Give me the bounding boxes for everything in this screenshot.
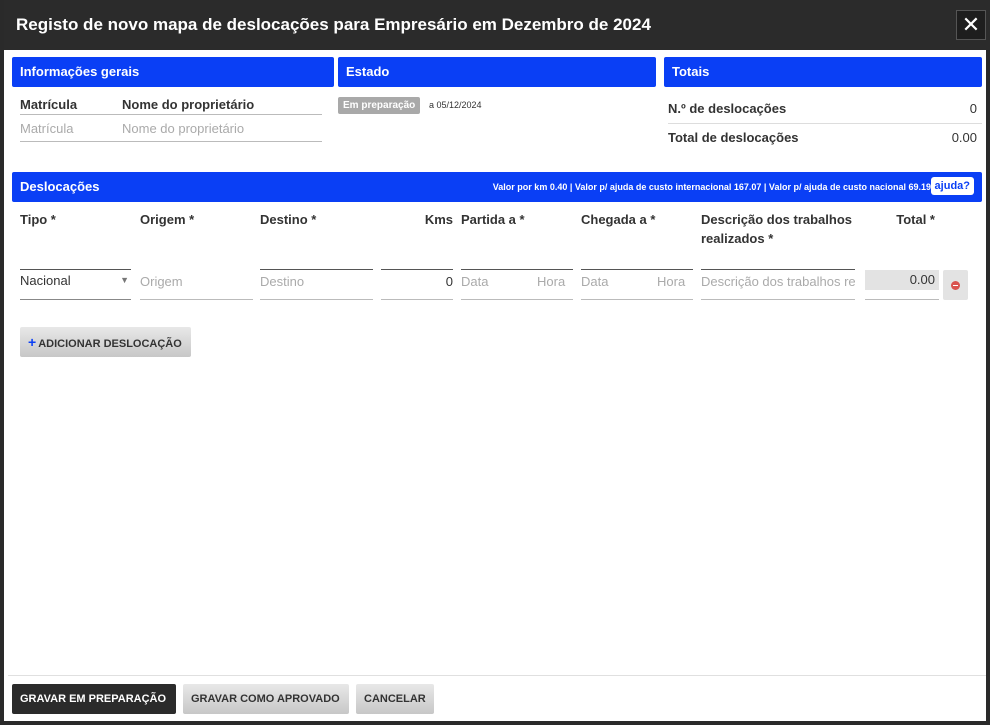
matricula-input[interactable] [20, 116, 122, 142]
kms-input[interactable]: 0 [381, 274, 453, 289]
destino-underline [260, 299, 373, 300]
trip-count-label: N.º de deslocações [668, 101, 787, 116]
col-descricao: Descrição dos trabalhos realizados * [701, 212, 852, 246]
add-trip-label: ADICIONAR DESLOCAÇÃO [38, 338, 182, 350]
totals-divider [668, 123, 982, 124]
descricao-underline [701, 299, 855, 300]
descricao-topline [701, 269, 855, 270]
tipo-select[interactable]: Nacional ▼ [20, 270, 131, 300]
matricula-label-underline [20, 114, 122, 115]
trip-count-value: 0 [969, 101, 977, 116]
partida-time-input[interactable]: Hora [537, 274, 565, 289]
owner-input[interactable] [122, 116, 322, 142]
trips-heading-label: Deslocações [20, 179, 100, 194]
save-approved-button[interactable]: GRAVAR COMO APROVADO [183, 684, 349, 714]
chevron-down-icon: ▼ [120, 275, 129, 285]
kms-underline [381, 299, 453, 300]
descricao-input[interactable]: Descrição dos trabalhos re [701, 274, 855, 289]
save-draft-button[interactable]: GRAVAR EM PREPARAÇÃO [12, 684, 176, 714]
rates-info: Valor por km 0.40 | Valor p/ ajuda de cu… [492, 182, 931, 192]
chegada-underline [581, 299, 693, 300]
remove-row-button[interactable] [943, 270, 968, 300]
col-destino: Destino * [260, 212, 317, 227]
minus-circle-icon [951, 281, 960, 290]
total-underline [865, 299, 939, 300]
plus-icon: + [28, 334, 37, 350]
close-icon[interactable]: ✕ [956, 10, 986, 40]
help-button[interactable]: ajuda? [930, 177, 974, 195]
status-heading: Estado [338, 57, 656, 87]
footer-divider [8, 675, 986, 676]
origem-input[interactable]: Origem [140, 274, 183, 289]
col-tipo: Tipo * [20, 212, 56, 227]
kms-topline [381, 269, 453, 270]
col-chegada: Chegada a * [581, 212, 656, 227]
partida-date-input[interactable]: Data [461, 274, 488, 289]
dialog-title: Registo de novo mapa de deslocações para… [16, 15, 651, 34]
col-partida: Partida a * [461, 212, 525, 227]
destino-input[interactable]: Destino [260, 274, 304, 289]
chegada-topline [581, 269, 693, 270]
status-badge: Em preparação [338, 97, 421, 114]
dialog-titlebar: Registo de novo mapa de deslocações para… [4, 0, 990, 50]
partida-topline [461, 269, 573, 270]
trip-total-label: Total de deslocações [668, 130, 799, 145]
matricula-label: Matrícula [20, 97, 78, 112]
trip-total-value: 0.00 [951, 130, 977, 145]
col-origem: Origem * [140, 212, 195, 227]
owner-label-underline [122, 114, 322, 115]
trip-map-dialog: Registo de novo mapa de deslocações para… [0, 0, 990, 725]
totals-heading: Totais [664, 57, 982, 87]
chegada-time-input[interactable]: Hora [657, 274, 685, 289]
row-total: 0.00 [865, 270, 939, 290]
cancel-button[interactable]: CANCELAR [356, 684, 434, 714]
status-date: a 05/12/2024 [429, 100, 482, 110]
general-info-heading: Informações gerais [12, 57, 334, 87]
add-trip-button[interactable]: + ADICIONAR DESLOCAÇÃO [20, 327, 191, 357]
trips-heading: Deslocações Valor por km 0.40 | Valor p/… [12, 172, 982, 202]
tipo-select-value: Nacional [20, 273, 71, 288]
owner-label: Nome do proprietário [122, 97, 255, 112]
col-kms: Kms [424, 212, 453, 227]
origem-underline [140, 299, 253, 300]
destino-topline [260, 269, 373, 270]
chegada-date-input[interactable]: Data [581, 274, 608, 289]
partida-underline [461, 299, 573, 300]
col-total: Total * [896, 212, 935, 227]
